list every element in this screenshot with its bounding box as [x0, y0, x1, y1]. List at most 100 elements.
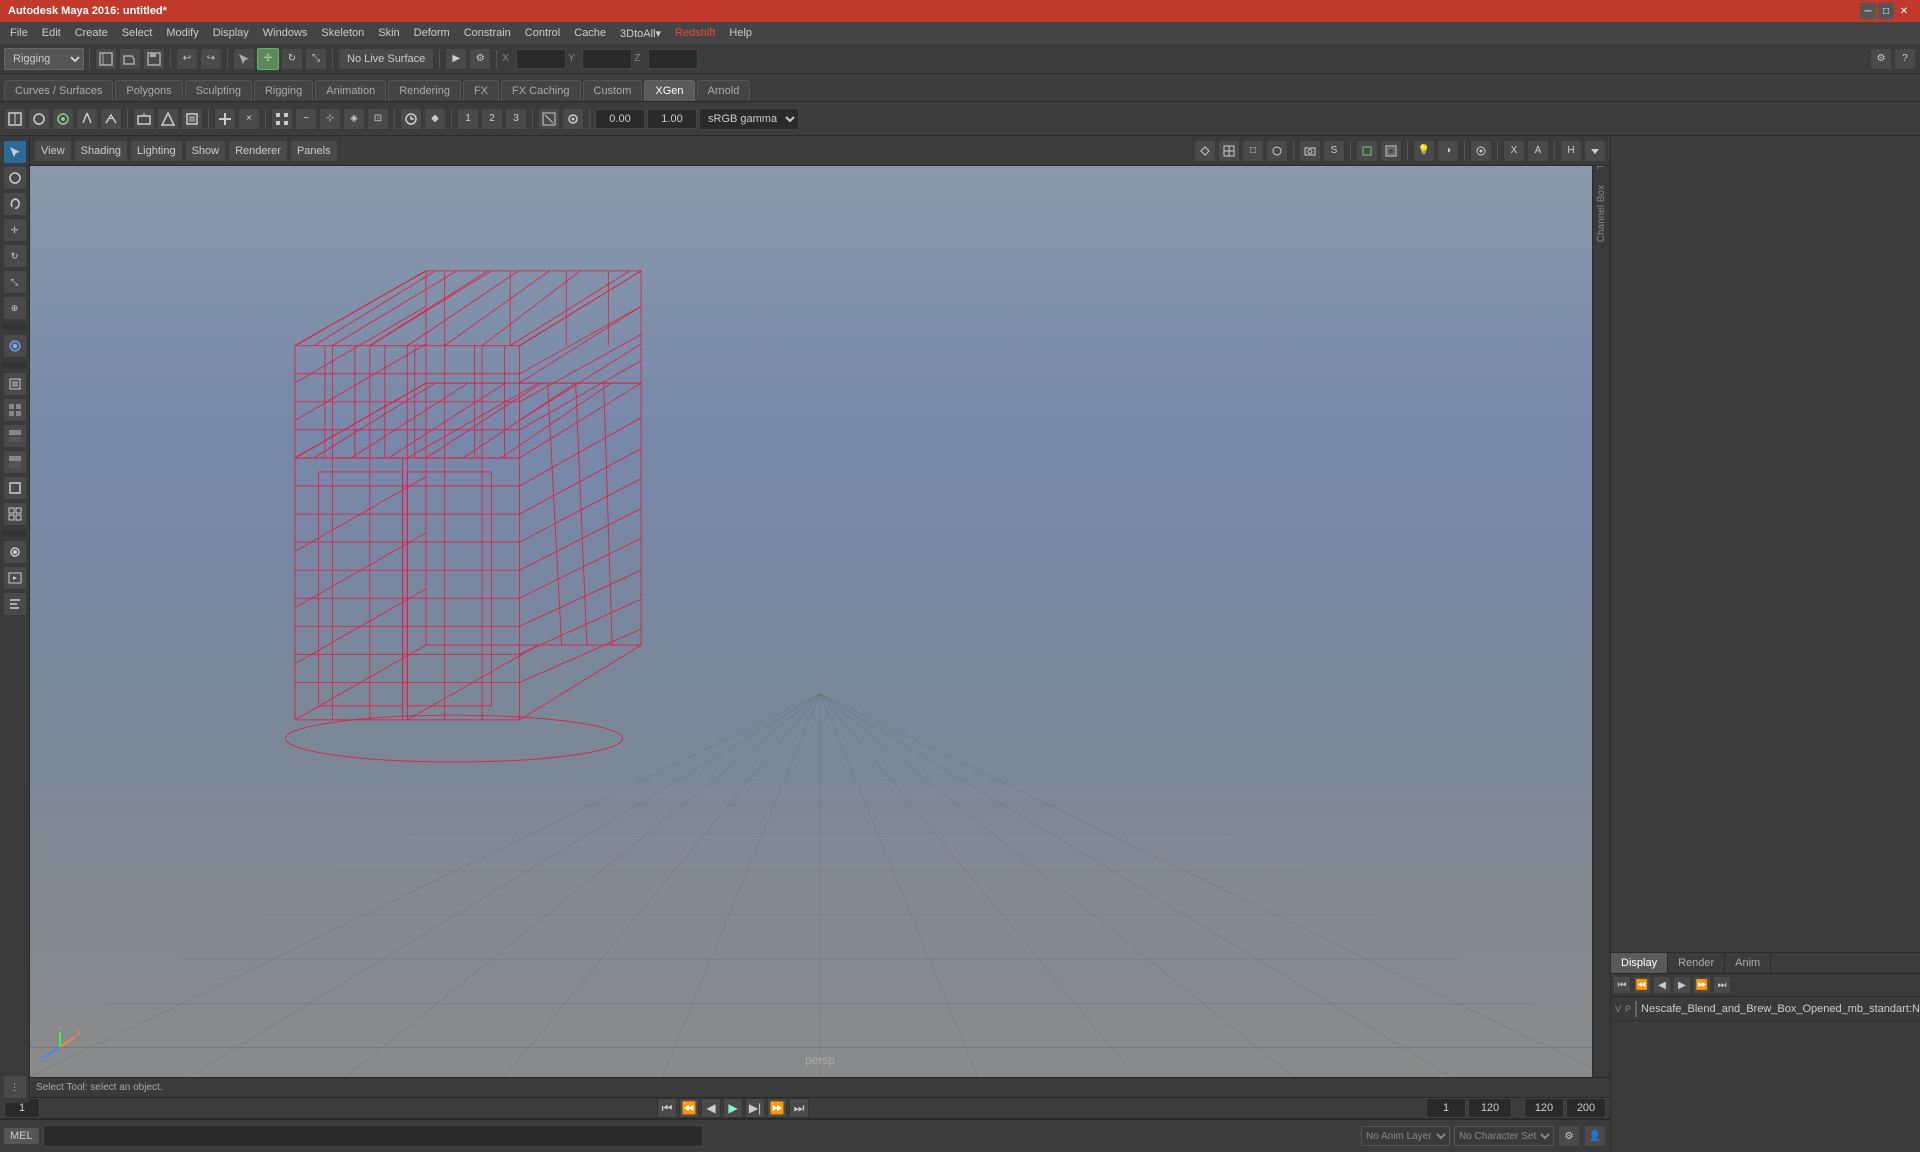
open-btn[interactable] — [119, 48, 141, 70]
gamma-field[interactable] — [647, 109, 697, 129]
menu-control[interactable]: Control — [519, 25, 566, 41]
next-key-btn[interactable]: ⏩ — [767, 1098, 787, 1118]
menu-select[interactable]: Select — [116, 25, 159, 41]
icon-tb-5[interactable] — [100, 108, 122, 130]
icon-tb-8[interactable] — [181, 108, 203, 130]
move-tool-btn[interactable]: ✛ — [257, 48, 279, 70]
play-fwd-btn[interactable]: ▶ — [723, 1098, 743, 1118]
frame-all-btn[interactable] — [538, 108, 560, 130]
icon-tb-7[interactable] — [157, 108, 179, 130]
render-current-btn[interactable]: ▶ — [445, 48, 467, 70]
layer-back[interactable]: ◀ — [1653, 976, 1671, 994]
maximize-button[interactable]: □ — [1878, 3, 1894, 19]
tab-arnold[interactable]: Arnold — [697, 80, 751, 101]
shading-menu[interactable]: Shading — [74, 140, 128, 162]
icon-grid-display-2[interactable] — [3, 424, 27, 448]
layer-prev-frame[interactable]: ⏮ — [1613, 976, 1631, 994]
prev-key-btn[interactable]: ⏪ — [679, 1098, 699, 1118]
isolate-selected[interactable] — [1470, 140, 1492, 162]
rotate-sidebar-btn[interactable]: ↻ — [3, 244, 27, 268]
tab-fx-caching[interactable]: FX Caching — [501, 80, 580, 101]
coord-y-field[interactable] — [582, 49, 632, 69]
view-icon-3[interactable]: □ — [1242, 140, 1264, 162]
menu-create[interactable]: Create — [69, 25, 114, 41]
snap-grid-btn[interactable] — [271, 108, 293, 130]
menu-skeleton[interactable]: Skeleton — [315, 25, 370, 41]
channel-box-tab-strip[interactable]: Channel Box — [1594, 177, 1609, 250]
no-live-surface-btn[interactable]: No Live Surface — [338, 48, 434, 70]
icon-tb-6[interactable] — [133, 108, 155, 130]
menu-deform[interactable]: Deform — [408, 25, 456, 41]
display-layer-tab[interactable]: Display — [1611, 953, 1668, 973]
close-button[interactable]: ✕ — [1896, 3, 1912, 19]
light-toggle[interactable]: 💡 — [1413, 140, 1435, 162]
icon-tb-2[interactable] — [28, 108, 50, 130]
gamma-selector[interactable]: sRGB gamma — [699, 108, 799, 130]
icon-tb-1[interactable] — [4, 108, 26, 130]
render-layer-tab[interactable]: Render — [1668, 953, 1725, 973]
camera-settings[interactable] — [1299, 140, 1321, 162]
save-btn[interactable] — [143, 48, 165, 70]
film-gate[interactable] — [1380, 140, 1402, 162]
menu-redshift[interactable]: Redshift — [669, 25, 721, 41]
layer-color-swatch[interactable] — [1635, 1001, 1637, 1017]
help-icon-btn[interactable]: ? — [1894, 48, 1916, 70]
view-menu[interactable]: View — [34, 140, 72, 162]
resolution-gate[interactable] — [1356, 140, 1378, 162]
aa-btn[interactable]: A — [1527, 140, 1549, 162]
show-menu[interactable]: Show — [185, 140, 227, 162]
scale-tool-btn[interactable]: ⤡ — [305, 48, 327, 70]
snap-point-btn[interactable]: ⊹ — [319, 108, 341, 130]
icon-grid-display-3[interactable] — [3, 450, 27, 474]
menu-skin[interactable]: Skin — [372, 25, 405, 41]
view-icon-2[interactable] — [1218, 140, 1240, 162]
layer-visibility[interactable]: V — [1615, 1004, 1621, 1014]
tab-xgen[interactable]: XGen — [644, 80, 694, 101]
anim-layer-selector[interactable]: No Anim Layer — [1361, 1126, 1450, 1146]
settings-btn[interactable]: ⚙ — [1870, 48, 1892, 70]
playback-end-field[interactable] — [1468, 1098, 1512, 1118]
panels-menu[interactable]: Panels — [290, 140, 338, 162]
icon-grid-display-1[interactable] — [3, 398, 27, 422]
redo-btn[interactable]: ↪ — [200, 48, 222, 70]
universal-manip-btn[interactable]: ⊕ — [3, 296, 27, 320]
lighting-menu[interactable]: Lighting — [130, 140, 183, 162]
display-fine-btn[interactable]: 3 — [505, 108, 527, 130]
mel-input[interactable] — [43, 1125, 703, 1147]
display-medium-btn[interactable]: 2 — [481, 108, 503, 130]
menu-windows[interactable]: Windows — [257, 25, 314, 41]
display-smooth-btn[interactable]: 1 — [457, 108, 479, 130]
prev-frame-btn[interactable]: ◀ — [701, 1098, 721, 1118]
char-set-options-btn[interactable]: ⚙ — [1558, 1125, 1580, 1147]
move-sidebar-btn[interactable]: ✛ — [3, 218, 27, 242]
char-set-icon-btn[interactable]: 👤 — [1584, 1125, 1606, 1147]
playback-start-field[interactable] — [1426, 1098, 1466, 1118]
soft-select-btn[interactable] — [3, 334, 27, 358]
menu-constrain[interactable]: Constrain — [458, 25, 517, 41]
icon-tb-9[interactable] — [214, 108, 236, 130]
icon-render-view[interactable] — [3, 566, 27, 590]
icon-more-btn[interactable]: ⋮ — [3, 1075, 27, 1099]
icon-tb-3[interactable] — [52, 108, 74, 130]
layer-playback[interactable]: P — [1625, 1004, 1631, 1014]
char-set-selector[interactable]: No Character Set — [1454, 1126, 1554, 1146]
ipr-render-btn[interactable]: ⚙ — [469, 48, 491, 70]
new-scene-btn[interactable] — [95, 48, 117, 70]
scale-sidebar-btn[interactable]: ⤡ — [3, 270, 27, 294]
menu-cache[interactable]: Cache — [568, 25, 612, 41]
view-icon-4[interactable] — [1266, 140, 1288, 162]
icon-render-settings[interactable] — [3, 540, 27, 564]
show-selector[interactable]: S — [1323, 140, 1345, 162]
anim-layer-tab[interactable]: Anim — [1725, 953, 1771, 973]
keyframe-btn[interactable]: ◆ — [424, 108, 446, 130]
layer-row-nescafe[interactable]: V P Nescafe_Blend_and_Brew_Box_Opened_mb… — [1611, 997, 1920, 1021]
minimize-button[interactable]: ─ — [1860, 3, 1876, 19]
icon-four-view[interactable] — [3, 502, 27, 526]
tab-rendering[interactable]: Rendering — [388, 80, 461, 101]
layer-prev-key[interactable]: ⏪ — [1633, 976, 1651, 994]
menu-edit[interactable]: Edit — [36, 25, 67, 41]
anim-end-field2[interactable] — [1566, 1098, 1606, 1118]
tab-sculpting[interactable]: Sculpting — [185, 80, 252, 101]
history-btn[interactable] — [400, 108, 422, 130]
layer-next-key[interactable]: ⏩ — [1693, 976, 1711, 994]
